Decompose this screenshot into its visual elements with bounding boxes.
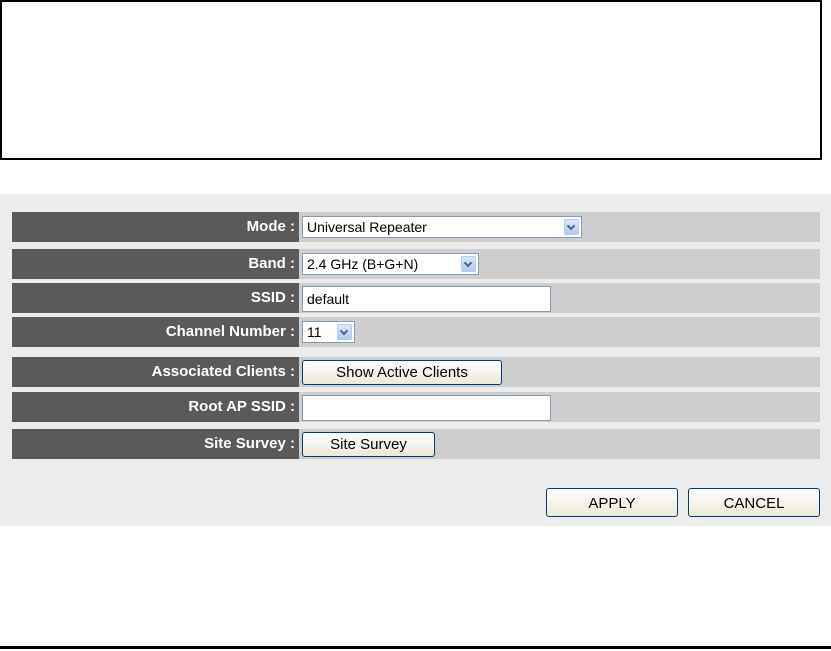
channel-value-cell: 11 <box>299 317 820 347</box>
associated-clients-value-cell: Show Active Clients <box>299 357 820 387</box>
root-ap-ssid-row: Root AP SSID : <box>12 392 820 422</box>
ssid-value-cell <box>299 283 820 313</box>
mode-select[interactable]: Universal Repeater <box>302 216 582 238</box>
apply-button[interactable]: APPLY <box>546 488 678 517</box>
chevron-down-icon[interactable] <box>564 219 579 235</box>
top-bordered-box <box>0 0 822 160</box>
site-survey-value-cell: Site Survey <box>299 429 820 459</box>
root-ap-ssid-input[interactable] <box>302 395 551 421</box>
mode-select-value: Universal Repeater <box>307 219 427 235</box>
ssid-label: SSID : <box>12 283 299 313</box>
site-survey-button[interactable]: Site Survey <box>302 432 435 457</box>
chevron-down-icon[interactable] <box>461 256 476 272</box>
band-label: Band : <box>12 249 299 279</box>
mode-value-cell: Universal Repeater <box>299 212 820 242</box>
bottom-divider <box>0 646 831 649</box>
show-active-clients-button[interactable]: Show Active Clients <box>302 360 502 385</box>
root-ap-ssid-value-cell <box>299 392 820 422</box>
site-survey-row: Site Survey : Site Survey <box>12 429 820 459</box>
associated-clients-label: Associated Clients : <box>12 357 299 387</box>
associated-clients-row: Associated Clients : Show Active Clients <box>12 357 820 387</box>
ssid-row: SSID : <box>12 283 820 313</box>
wireless-settings-panel: Mode : Universal Repeater Band : 2.4 GHz… <box>0 194 831 526</box>
root-ap-ssid-label: Root AP SSID : <box>12 392 299 422</box>
site-survey-label: Site Survey : <box>12 429 299 459</box>
chevron-down-icon[interactable] <box>337 324 352 340</box>
channel-row: Channel Number : 11 <box>12 317 820 347</box>
band-select[interactable]: 2.4 GHz (B+G+N) <box>302 253 479 275</box>
band-value-cell: 2.4 GHz (B+G+N) <box>299 249 820 279</box>
band-select-value: 2.4 GHz (B+G+N) <box>307 256 419 272</box>
mode-row: Mode : Universal Repeater <box>12 212 820 242</box>
channel-select-value: 11 <box>307 324 322 340</box>
mode-label: Mode : <box>12 212 299 242</box>
cancel-button[interactable]: CANCEL <box>688 488 820 517</box>
channel-select[interactable]: 11 <box>302 321 355 343</box>
ssid-input[interactable] <box>302 286 551 312</box>
band-row: Band : 2.4 GHz (B+G+N) <box>12 249 820 279</box>
channel-label: Channel Number : <box>12 317 299 347</box>
